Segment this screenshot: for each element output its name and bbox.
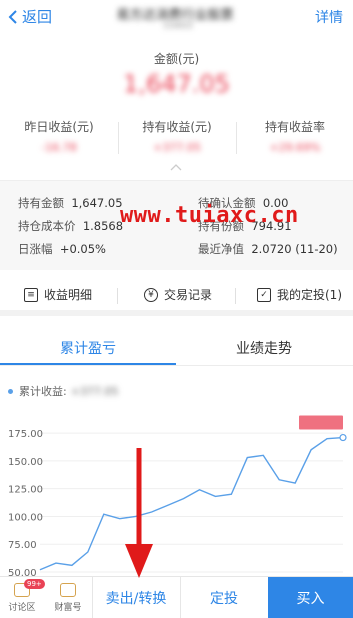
data-point xyxy=(339,433,347,442)
back-label: 返回 xyxy=(22,8,53,26)
stat-yesterday: 昨日收益(元) -16.78 xyxy=(0,118,118,154)
info-label: 持仓成本价 xyxy=(18,219,76,233)
amount-label: 金额(元) xyxy=(153,52,200,66)
info-value: 1.8568 xyxy=(82,219,124,233)
trade-record-button[interactable]: ¥ 交易记录 xyxy=(144,286,212,303)
info-label: 日涨幅 xyxy=(18,242,53,256)
info-daily: 日涨幅 +0.05% xyxy=(18,241,106,257)
series-line xyxy=(39,436,344,571)
tab-performance[interactable]: 业绩走势 xyxy=(176,338,352,358)
stat-label: 持有收益(元) xyxy=(142,120,212,134)
yen-icon: ¥ xyxy=(144,287,158,302)
info-value: 2.0720 (11-20) xyxy=(251,242,338,256)
stat-value: +29.69% xyxy=(269,141,321,154)
fund-code: 110022 xyxy=(162,21,194,30)
stat-hold-rate: 持有收益率 +29.69% xyxy=(236,118,353,154)
detail-link[interactable]: 详情 xyxy=(315,7,343,27)
chart-tabs: 累计盈亏 业绩走势 xyxy=(0,330,353,366)
info-nav: 最近净值 2.0720 (11-20) xyxy=(198,241,338,257)
wealth-button[interactable]: 财富号 xyxy=(48,581,88,613)
action-label: 交易记录 xyxy=(164,288,213,302)
document-icon: ≡ xyxy=(24,287,38,302)
forum-label: 讨论区 xyxy=(8,603,36,613)
tab-cumulative[interactable]: 累计盈亏 xyxy=(0,338,176,358)
info-cost: 持仓成本价 1.8568 xyxy=(18,218,123,234)
divider xyxy=(117,288,118,304)
divider xyxy=(235,288,236,304)
info-label: 最近净值 xyxy=(198,242,244,256)
plan-button[interactable]: 定投 xyxy=(180,577,268,618)
stat-label: 昨日收益(元) xyxy=(24,120,94,134)
y-tick-label: 75.00 xyxy=(8,540,37,551)
action-label: 收益明细 xyxy=(44,288,93,302)
sell-convert-button[interactable]: 卖出/转换 xyxy=(92,577,180,618)
tab-indicator xyxy=(0,363,176,365)
y-tick-label: 150.00 xyxy=(8,457,43,468)
cumulative-chart: 175.00 150.00 125.00 100.00 75.00 50.00 xyxy=(8,415,347,576)
info-label: 持有金额 xyxy=(18,196,64,210)
stat-label: 持有收益率 xyxy=(264,120,325,134)
wealth-label: 财富号 xyxy=(54,603,82,613)
legend-dot xyxy=(8,388,13,394)
shop-icon xyxy=(60,583,76,597)
chevron-left-icon xyxy=(8,9,17,24)
income-detail-button[interactable]: ≡ 收益明细 xyxy=(24,286,92,303)
info-value: 1,647.05 xyxy=(71,196,123,210)
chevron-up-icon[interactable] xyxy=(169,163,183,171)
info-value: +0.05% xyxy=(59,242,106,256)
stats-row: 昨日收益(元) -16.78 持有收益(元) +377.05 持有收益率 +29… xyxy=(0,118,353,162)
back-button[interactable]: 返回 xyxy=(6,6,52,27)
stat-hold-profit: 持有收益(元) +377.05 xyxy=(118,118,236,154)
forum-button[interactable]: 99+ 讨论区 xyxy=(2,579,45,613)
action-row: ≡ 收益明细 ¥ 交易记录 ✓ 我的定投(1) xyxy=(0,276,353,316)
info-hold-amount: 持有金额 1,647.05 xyxy=(18,195,123,211)
y-tick-label: 175.00 xyxy=(8,429,43,440)
forum-badge: 99+ xyxy=(24,579,45,589)
action-label: 我的定投(1) xyxy=(277,288,342,302)
value-marker-label xyxy=(299,415,343,430)
y-tick-label: 100.00 xyxy=(8,512,43,523)
calendar-icon: ✓ xyxy=(257,287,271,302)
amount-value: 1,647.05 xyxy=(123,70,230,98)
nav-bar: 返回 易方达消费行业股票 110022 详情 xyxy=(0,0,353,36)
buy-button[interactable]: 买入 xyxy=(268,577,353,618)
my-plan-button[interactable]: ✓ 我的定投(1) xyxy=(257,286,342,303)
stat-value: +377.05 xyxy=(153,141,201,154)
bottom-bar: 99+ 讨论区 财富号 卖出/转换 定投 买入 xyxy=(0,576,353,618)
stat-value: -16.78 xyxy=(41,141,77,154)
y-tick-label: 125.00 xyxy=(8,485,43,496)
watermark: www.tuiaxc.cn xyxy=(120,203,299,228)
y-tick-label: 50.00 xyxy=(8,568,37,576)
